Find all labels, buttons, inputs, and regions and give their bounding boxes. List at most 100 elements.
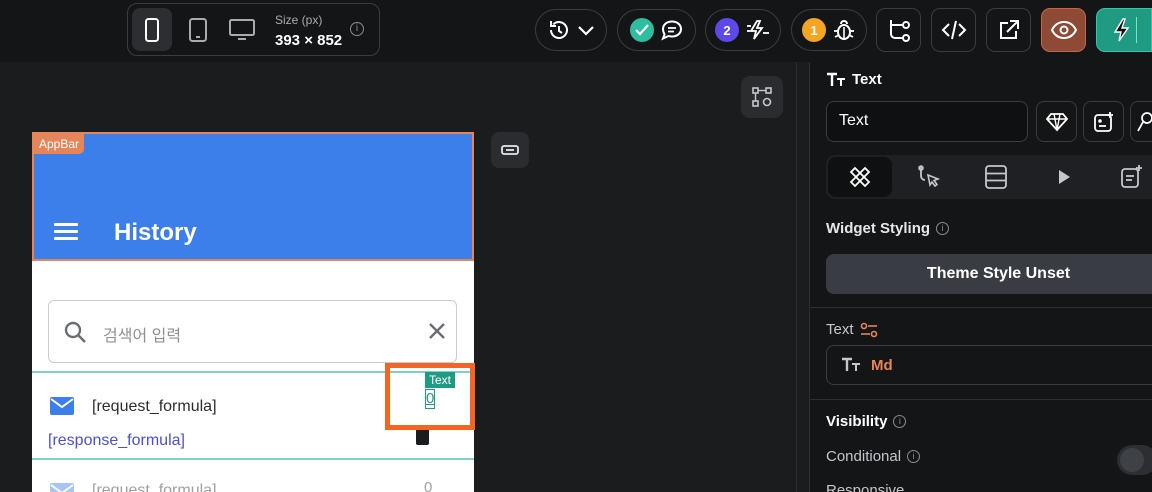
status-comments-button[interactable]	[617, 9, 696, 51]
widget-styling-label: Widget Styling	[826, 220, 931, 237]
tab-animations[interactable]	[1032, 157, 1096, 197]
tablet-device-button[interactable]	[178, 8, 218, 51]
preview-button[interactable]	[1041, 8, 1086, 52]
appbar-tag: AppBar	[34, 134, 85, 154]
size-value[interactable]: 393 × 852	[275, 32, 342, 49]
phone-canvas: AppBar History 검색어 입력 [request_formula] …	[32, 132, 474, 492]
properties-panel: Text Text Widget Styling i Theme Style U…	[796, 62, 1152, 492]
add-component-button[interactable]	[1083, 101, 1124, 142]
count-badge-2: 2	[715, 18, 739, 42]
status-marker	[416, 429, 429, 445]
text-type-icon	[827, 72, 845, 86]
warnings-button[interactable]: 2	[705, 9, 781, 51]
code-view-button[interactable]	[931, 8, 976, 52]
appbar[interactable]: AppBar History	[32, 132, 474, 261]
search-placeholder: 검색어 입력	[103, 328, 182, 345]
chat-icon	[660, 20, 682, 41]
visibility-label: Visibility	[826, 413, 888, 430]
top-toolbar: Size (px) 393 × 852 i 2 1	[0, 0, 1152, 62]
tab-properties[interactable]	[828, 157, 892, 197]
cursor-branch-icon	[918, 165, 941, 188]
database-icon	[985, 165, 1007, 189]
selected-text-value[interactable]: 0	[425, 389, 435, 409]
tablet-icon	[189, 17, 207, 42]
widget-styling-heading: Widget Styling i	[826, 220, 950, 237]
errors-button[interactable]: 1	[791, 9, 867, 51]
list-item[interactable]: [request_formula] 0	[32, 462, 474, 492]
search-field[interactable]: 검색어 입력	[48, 300, 457, 363]
conditional-row: Conditional i	[826, 448, 921, 465]
conditional-label: Conditional	[826, 448, 902, 465]
responsive-label: Responsive	[826, 482, 905, 492]
text-style-label: Text	[826, 321, 854, 338]
appbar-title: History	[114, 219, 197, 246]
info-icon[interactable]: i	[936, 222, 950, 235]
info-icon[interactable]: i	[907, 450, 921, 463]
ruler-pencil-icon	[849, 166, 871, 188]
divider	[810, 399, 1152, 400]
search-icon	[64, 321, 86, 343]
note-add-icon	[1121, 165, 1142, 188]
flow-icon	[889, 20, 910, 42]
wand-icon	[1137, 111, 1152, 131]
more-options-button[interactable]	[1130, 101, 1152, 142]
selected-widget-tag: Text	[425, 372, 456, 388]
lightning-list-icon	[747, 20, 769, 40]
side-panel-handle[interactable]	[491, 132, 529, 168]
desktop-icon	[229, 18, 255, 40]
code-icon	[941, 20, 966, 40]
divider	[810, 307, 1152, 308]
panel-header: Text	[826, 71, 882, 88]
count-text: 0	[424, 479, 433, 492]
toggle-knob	[1120, 448, 1144, 472]
open-external-button[interactable]	[986, 8, 1031, 52]
mail-icon	[50, 397, 74, 415]
style-settings-icon[interactable]	[860, 322, 878, 338]
widget-name-input[interactable]: Text	[826, 101, 1028, 142]
tab-backend-query[interactable]	[964, 157, 1028, 197]
count-badge-1: 1	[802, 18, 826, 42]
response-text: [response_formula]	[48, 432, 185, 449]
gem-button[interactable]	[1036, 101, 1077, 142]
close-icon[interactable]	[426, 320, 448, 342]
canvas-tool-button[interactable]	[741, 76, 783, 118]
phone-icon	[145, 17, 159, 42]
info-icon[interactable]: i	[893, 415, 907, 428]
component-add-icon	[1093, 111, 1113, 132]
text-style-selector[interactable]: Md	[826, 345, 1152, 385]
chevron-down-icon	[578, 26, 594, 36]
panel-header-title: Text	[852, 71, 882, 88]
tab-actions[interactable]	[896, 157, 960, 197]
size-label: Size (px)	[275, 13, 323, 27]
text-type-icon	[842, 357, 860, 371]
info-icon[interactable]: i	[350, 22, 364, 36]
conditional-toggle[interactable]	[1117, 445, 1152, 475]
visibility-heading: Visibility i	[826, 413, 907, 430]
desktop-device-button[interactable]	[222, 8, 262, 51]
diamond-icon	[1045, 112, 1068, 131]
connections-button[interactable]	[876, 8, 921, 52]
history-dropdown-button[interactable]	[535, 9, 607, 51]
run-button[interactable]	[1096, 8, 1152, 52]
text-style-heading: Text	[826, 321, 878, 338]
eye-icon	[1050, 20, 1077, 40]
run-divider	[1135, 17, 1137, 43]
text-style-value: Md	[871, 356, 893, 374]
theme-style-button[interactable]: Theme Style Unset	[826, 254, 1152, 294]
bug-icon	[834, 20, 854, 40]
panel-resize-strip[interactable]	[797, 62, 810, 492]
keyboard-icon	[501, 145, 519, 155]
history-icon	[550, 21, 568, 39]
lightning-icon	[1113, 18, 1129, 42]
widget-tree-settings-icon	[752, 87, 772, 107]
menu-icon[interactable]	[54, 223, 78, 241]
external-link-icon	[999, 20, 1019, 39]
mail-icon	[50, 483, 74, 492]
check-badge-icon	[629, 18, 654, 42]
tab-documentation[interactable]	[1100, 157, 1152, 197]
mobile-device-button[interactable]	[132, 8, 172, 51]
request-text: [request_formula]	[92, 482, 217, 492]
device-size-group: Size (px) 393 × 852 i	[127, 3, 380, 56]
request-text: [request_formula]	[92, 398, 217, 415]
play-icon	[1059, 170, 1070, 184]
